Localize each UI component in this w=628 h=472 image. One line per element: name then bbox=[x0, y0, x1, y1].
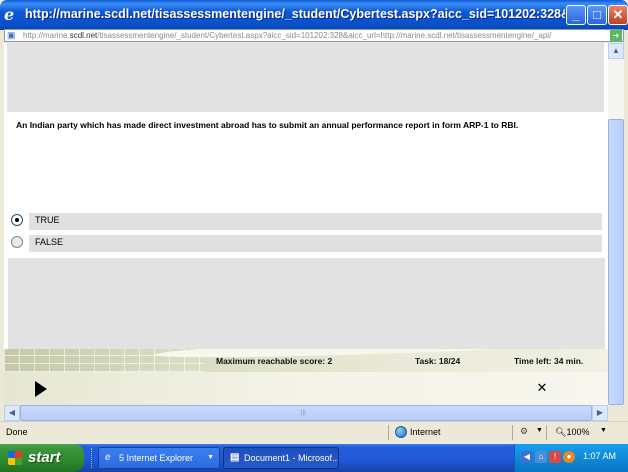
taskbar-item-label: 5 Internet Explorer bbox=[119, 453, 194, 463]
option-false[interactable]: FALSE bbox=[10, 235, 602, 252]
status-separator bbox=[512, 425, 513, 440]
window-title-bar[interactable]: e http://marine.scdl.net/tisassessmenten… bbox=[0, 0, 628, 30]
start-label: start bbox=[28, 449, 61, 466]
url-rest: /tisassessmentengine/_student/Cybertest.… bbox=[97, 31, 552, 40]
time-left: Time left: 34 min. bbox=[514, 356, 584, 366]
question-text: An Indian party which has made direct in… bbox=[16, 120, 519, 130]
navigation-controls: ✕ bbox=[4, 372, 608, 405]
url-domain: scdl.net bbox=[69, 31, 98, 40]
quicklaunch-separator bbox=[91, 448, 94, 468]
play-next-icon[interactable] bbox=[35, 381, 47, 397]
option-false-background bbox=[29, 235, 602, 252]
clock[interactable]: 1:07 AM bbox=[583, 451, 616, 461]
option-true-background bbox=[29, 213, 602, 230]
windows-taskbar: start e 5 Internet Explorer ▼ ▤ Document… bbox=[0, 444, 628, 472]
header-panel bbox=[7, 43, 604, 112]
zoom-level[interactable]: 🔍︎100% bbox=[555, 427, 589, 438]
chevron-down-icon[interactable]: ▼ bbox=[536, 427, 543, 434]
task-counter: Task: 18/24 bbox=[415, 356, 461, 366]
page-content: An Indian party which has made direct in… bbox=[4, 43, 608, 405]
zoom-dropdown-icon[interactable]: ▼ bbox=[600, 427, 607, 434]
scroll-grip-icon: ||| bbox=[301, 410, 306, 416]
go-icon[interactable]: ➜ bbox=[610, 30, 622, 41]
zoom-value: 100% bbox=[566, 427, 590, 437]
close-window-button[interactable]: ✕ bbox=[608, 5, 628, 25]
window-title: http://marine.scdl.net/tisassessmentengi… bbox=[25, 7, 565, 21]
radio-true[interactable] bbox=[11, 214, 23, 226]
assessment-status-bar: Maximum reachable score: 2 Task: 18/24 T… bbox=[4, 349, 608, 372]
back-arrow-icon[interactable]: ◀ bbox=[521, 451, 533, 463]
horizontal-scroll-thumb[interactable]: ||| bbox=[20, 405, 592, 421]
url-prefix: http://marine. bbox=[23, 31, 70, 40]
start-button[interactable]: start bbox=[0, 444, 84, 472]
windows-flag-icon bbox=[8, 451, 22, 465]
max-score-text: Maximum reachable score: 2 bbox=[216, 356, 333, 366]
internet-explorer-icon: e bbox=[105, 452, 111, 463]
status-text: Done bbox=[6, 427, 28, 437]
page-icon: ▣ bbox=[7, 30, 16, 40]
address-bar[interactable]: ▣ http://marine.scdl.net/tisassessmenten… bbox=[4, 29, 624, 42]
vertical-scroll-thumb[interactable] bbox=[608, 119, 624, 405]
taskbar-item-label: Document1 - Microsof... bbox=[244, 453, 339, 463]
status-separator bbox=[546, 425, 547, 440]
internet-zone-icon bbox=[395, 426, 407, 438]
browser-status-bar: Done Internet ⚙ ▼ 🔍︎100% ▼ bbox=[0, 421, 628, 443]
taskbar-item-internet-explorer[interactable]: e 5 Internet Explorer ▼ bbox=[98, 447, 220, 469]
option-true[interactable]: TRUE bbox=[10, 213, 602, 230]
maximize-button[interactable]: □ bbox=[587, 5, 607, 25]
option-true-label[interactable]: TRUE bbox=[35, 215, 60, 225]
status-separator bbox=[388, 425, 389, 440]
network-icon[interactable]: ⌂ bbox=[535, 451, 547, 463]
footer-panel bbox=[8, 258, 605, 349]
word-document-icon: ▤ bbox=[230, 452, 240, 463]
address-url[interactable]: http://marine.scdl.net/tisassessmentengi… bbox=[23, 30, 601, 41]
chevron-down-icon: ▼ bbox=[207, 454, 214, 461]
scroll-left-icon[interactable]: ◀ bbox=[4, 405, 20, 421]
vertical-scrollbar[interactable]: ▲ bbox=[608, 43, 624, 405]
taskbar-item-document1[interactable]: ▤ Document1 - Microsof... bbox=[223, 447, 339, 469]
radio-false[interactable] bbox=[11, 236, 23, 248]
close-test-icon[interactable]: ✕ bbox=[535, 381, 549, 395]
horizontal-scrollbar[interactable]: ◀ ||| ▶ bbox=[4, 405, 608, 421]
system-tray: ◀ ⌂ ! ● 1:07 AM bbox=[514, 444, 628, 472]
security-zone: Internet bbox=[410, 427, 441, 437]
scroll-right-icon[interactable]: ▶ bbox=[592, 405, 608, 421]
internet-explorer-icon: e bbox=[4, 5, 15, 24]
popup-blocker-icon[interactable]: ⚙ bbox=[520, 426, 528, 437]
security-shield-icon[interactable]: ! bbox=[549, 451, 561, 463]
option-false-label[interactable]: FALSE bbox=[35, 237, 63, 247]
minimize-button[interactable]: _ bbox=[566, 5, 586, 25]
update-icon[interactable]: ● bbox=[563, 451, 575, 463]
scroll-up-icon[interactable]: ▲ bbox=[608, 43, 624, 59]
